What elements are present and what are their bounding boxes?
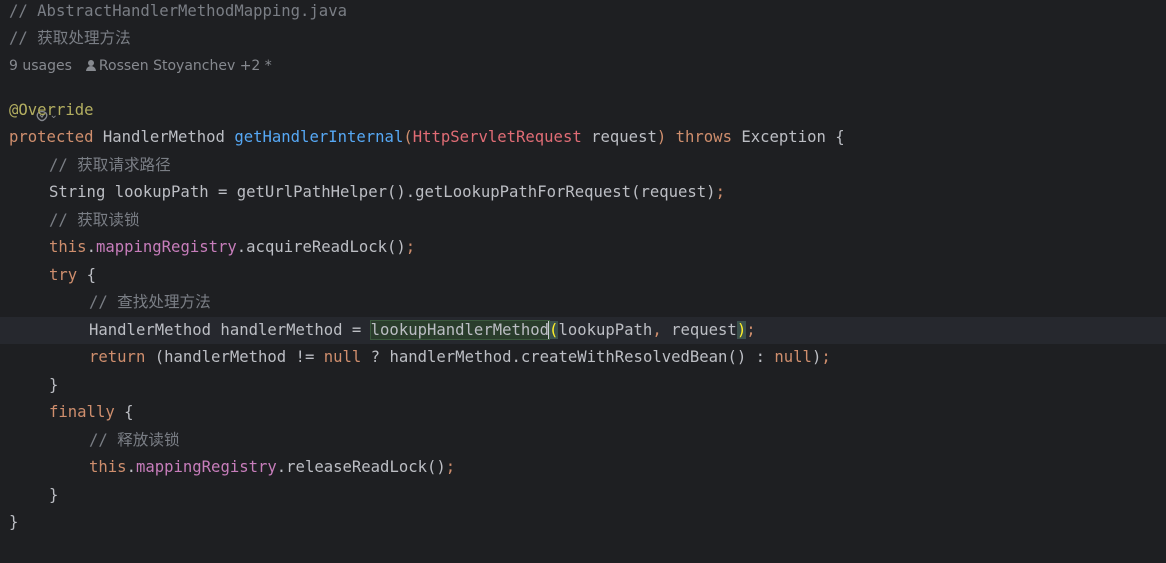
arg-request: request (661, 321, 737, 339)
semicolon: ; (405, 238, 416, 256)
code-line-comment-release[interactable]: // 释放读锁 (0, 427, 1166, 454)
code-line-try-close[interactable]: } (0, 372, 1166, 399)
comment-release-lock: // 释放读锁 (89, 431, 180, 449)
code-line-method-close[interactable]: } (0, 509, 1166, 536)
finally-statement: finally { (49, 399, 134, 426)
code-line-comment-lock[interactable]: // 获取读锁 (0, 207, 1166, 234)
kw-protected: protected (9, 128, 94, 146)
semicolon: ; (715, 183, 725, 201)
person-icon (85, 60, 96, 71)
arg-lookup-path: lookupPath (558, 321, 653, 339)
kw-null: null (323, 348, 362, 366)
override-annotation: @Override (9, 101, 94, 119)
lookup-statement: HandlerMethod handlerMethod = lookupHand… (89, 317, 756, 344)
acquire-call: .acquireReadLock() (236, 238, 406, 256)
lookup-handler-method-ref[interactable]: lookupHandlerMethod (369, 320, 551, 340)
param-type[interactable]: HttpServletRequest (413, 128, 582, 146)
comment-read-lock: // 获取读锁 (49, 211, 140, 229)
acquire-statement: this.mappingRegistry.acquireReadLock(); (49, 234, 415, 261)
method-signature: protected HandlerMethod getHandlerIntern… (9, 124, 845, 151)
dot: . (86, 238, 96, 256)
release-call: .releaseReadLock() (276, 458, 446, 476)
handler-method-decl: HandlerMethod handlerMethod = (89, 321, 371, 339)
code-line-1[interactable]: // AbstractHandlerMethodMapping.java (0, 0, 1166, 25)
code-line-finally[interactable]: finally { (0, 399, 1166, 426)
method-name[interactable]: getHandlerInternal (234, 128, 403, 146)
return-close: ) (811, 348, 822, 366)
semicolon: ; (445, 458, 456, 476)
sig-brace: { (835, 128, 845, 146)
code-line-2[interactable]: // 获取处理方法 (0, 25, 1166, 52)
code-line-comment-path[interactable]: // 获取请求路径 (0, 152, 1166, 179)
kw-null: null (774, 348, 812, 366)
comment-lookup-path: // 获取请求路径 (49, 156, 171, 174)
kw-this: this (89, 458, 127, 476)
param-name: request (581, 128, 657, 146)
usages-link[interactable]: 9 usages (9, 58, 72, 74)
comment-filename: // AbstractHandlerMethodMapping.java (9, 2, 347, 20)
code-line-finally-close[interactable]: } (0, 482, 1166, 509)
field-mapping-registry[interactable]: mappingRegistry (96, 238, 237, 256)
semicolon: ; (821, 348, 831, 366)
code-line-lookup-path[interactable]: String lookupPath = getUrlPathHelper().g… (0, 179, 1166, 206)
paren-match-close: ) (736, 321, 747, 339)
field-mapping-registry[interactable]: mappingRegistry (136, 458, 277, 476)
kw-finally: finally (49, 403, 115, 421)
return-open: (handlerMethod != (145, 348, 324, 366)
dot: . (126, 458, 136, 476)
semicolon: ; (746, 321, 756, 339)
kw-return: return (89, 348, 146, 366)
release-statement: this.mappingRegistry.releaseReadLock(); (89, 454, 455, 481)
code-line-try[interactable]: try { (0, 262, 1166, 289)
code-line-return[interactable]: return (handlerMethod != null ? handlerM… (0, 344, 1166, 371)
code-line-annotation[interactable]: @Override (0, 97, 1166, 124)
return-type: HandlerMethod (102, 128, 225, 146)
comment-get-handler: // 获取处理方法 (9, 29, 131, 47)
sig-paren-close: ) (656, 128, 667, 146)
comment-find-handler: // 查找处理方法 (89, 293, 211, 311)
comma: , (652, 321, 662, 339)
code-line-signature[interactable]: protected HandlerMethod getHandlerIntern… (0, 124, 1166, 151)
return-statement: return (handlerMethod != null ? handlerM… (89, 344, 831, 371)
sig-paren-open: ( (403, 128, 413, 146)
brace-close: } (49, 376, 59, 394)
try-statement: try { (49, 262, 96, 289)
kw-try: try (49, 266, 78, 284)
lookup-path-expr: String lookupPath = getUrlPathHelper().g… (49, 183, 716, 201)
code-line-release[interactable]: this.mappingRegistry.releaseReadLock(); (0, 454, 1166, 481)
code-line-acquire[interactable]: this.mappingRegistry.acquireReadLock(); (0, 234, 1166, 261)
brace-open: { (124, 403, 134, 421)
code-line-comment-find[interactable]: // 查找处理方法 (0, 289, 1166, 316)
kw-this: this (49, 238, 87, 256)
authors-link[interactable]: Rossen Stoyanchev +2 * (99, 58, 272, 74)
code-line-current[interactable]: HandlerMethod handlerMethod = lookupHand… (0, 317, 1166, 344)
lookup-path-statement: String lookupPath = getUrlPathHelper().g… (49, 179, 725, 206)
brace-open: { (86, 266, 96, 284)
exception-type: Exception (741, 128, 826, 146)
kw-throws: throws (675, 128, 732, 146)
method-brace-close: } (9, 513, 19, 531)
return-middle: ? handlerMethod.createWithResolvedBean()… (361, 348, 775, 366)
brace-close: } (49, 486, 59, 504)
